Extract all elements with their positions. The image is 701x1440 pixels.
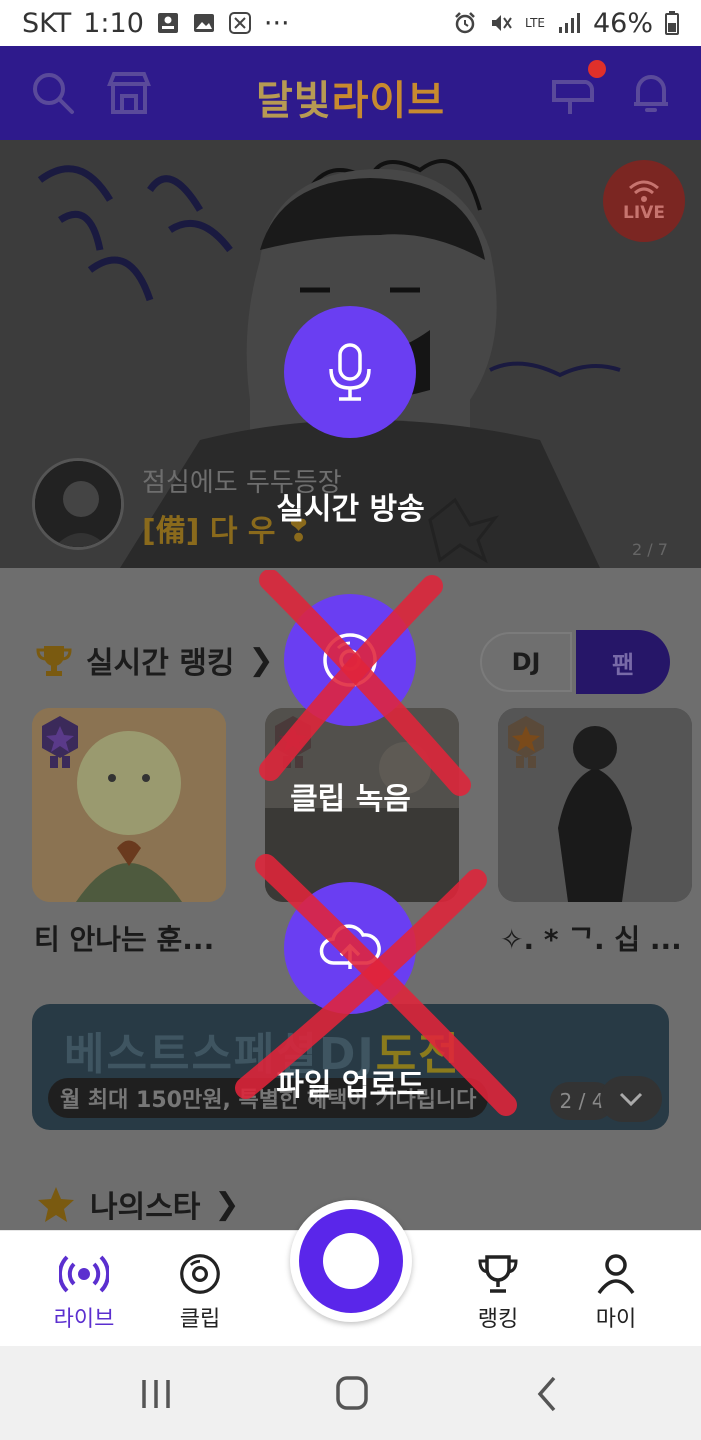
app-header: 달빛라이브: [0, 46, 701, 140]
wifi-broadcast-icon: [629, 180, 659, 202]
nav-my-label: 마이: [595, 1307, 637, 1332]
system-navigation-bar: [0, 1346, 701, 1440]
nav-live-label: 라이브: [53, 1307, 115, 1332]
signal-icon: [558, 13, 580, 33]
toggle-dj[interactable]: DJ: [480, 632, 572, 692]
star-icon: [38, 1187, 74, 1222]
live-broadcast-button[interactable]: [284, 306, 416, 438]
carrier-label: SKT: [22, 7, 72, 39]
battery-icon: [665, 11, 679, 35]
gallery-icon: [193, 14, 214, 32]
nav-clip-label: 클립: [179, 1307, 221, 1332]
broadcast-icon: [59, 1255, 109, 1293]
nav-ranking[interactable]: 랭킹: [448, 1253, 548, 1333]
my-star-header[interactable]: 나의스타 ❯: [36, 1182, 240, 1226]
live-broadcast-label: 실시간 방송: [276, 492, 425, 527]
clock-label: 1:10: [83, 7, 144, 39]
app-notification-icon: [228, 12, 251, 34]
battery-percent: 46%: [592, 7, 653, 39]
trophy-icon: [36, 646, 72, 676]
microphone-icon: [329, 343, 371, 401]
create-button-inner: [299, 1209, 403, 1313]
my-star-chevron: ❯: [214, 1186, 240, 1222]
nav-my[interactable]: 마이: [566, 1253, 666, 1333]
toggle-fan[interactable]: 팬: [576, 630, 670, 694]
ranking-header[interactable]: 실시간 랭킹 ❯: [36, 638, 274, 682]
live-badge-label: LIVE: [623, 203, 665, 223]
network-type-label: LTE: [525, 16, 545, 30]
banner-page-indicator: 2 / 7: [632, 540, 668, 559]
live-badge[interactable]: LIVE: [603, 160, 685, 242]
app-logo-part1: 달빛: [255, 78, 332, 124]
create-button[interactable]: [290, 1200, 412, 1322]
rank-3-medal-icon: [508, 716, 544, 768]
app-logo-part2: 라이브: [331, 78, 445, 124]
status-bar: SKT 1:10 ··· LTE 46%: [0, 0, 701, 46]
alarm-icon: [455, 12, 475, 34]
ranking-title: 실시간 랭킹: [86, 646, 235, 681]
mute-icon: [492, 15, 512, 31]
nav-live[interactable]: 라이브: [34, 1253, 134, 1333]
create-button-dot: [323, 1233, 379, 1289]
home-icon[interactable]: [330, 1374, 374, 1414]
more-notifications: ···: [263, 7, 290, 39]
trophy-icon: [478, 1255, 518, 1293]
disc-icon: [180, 1254, 220, 1294]
contact-card-icon: [157, 13, 178, 33]
rank-1-medal-icon: [42, 716, 78, 768]
recent-apps-icon[interactable]: [134, 1374, 178, 1414]
my-star-title: 나의스타: [90, 1190, 201, 1225]
file-upload-disabled-cross: [235, 854, 517, 1116]
ranking-card-label: 티 안나는 훈...: [34, 923, 215, 956]
nav-ranking-label: 랭킹: [477, 1307, 519, 1332]
notification-dot: [588, 60, 606, 78]
back-icon[interactable]: [526, 1374, 570, 1414]
clip-recording-disabled-cross: [259, 570, 471, 796]
person-icon: [597, 1254, 635, 1295]
bell-icon[interactable]: [626, 68, 676, 118]
nav-clip[interactable]: 클립: [150, 1253, 250, 1333]
ranking-card-label: ✧. * ᄀ. 십 ...: [500, 923, 682, 956]
